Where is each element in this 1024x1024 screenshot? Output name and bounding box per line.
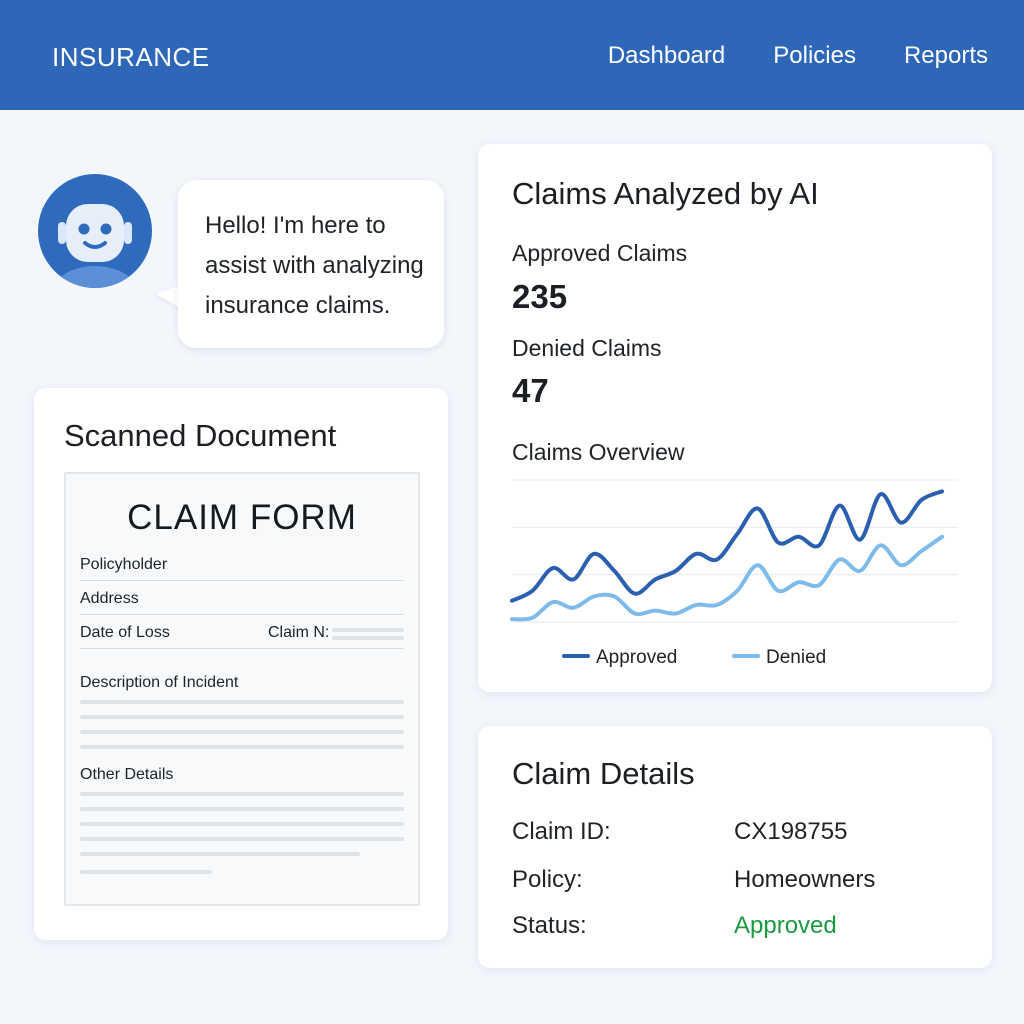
field-policyholder: Policyholder [80,556,168,573]
claim-details-title: Claim Details [512,756,695,791]
claims-analyzed-card: Claims Analyzed by AI Approved Claims 23… [478,144,992,692]
legend-label-approved[interactable]: Approved [596,647,677,668]
text-placeholder-line [80,822,404,826]
brand-logo[interactable]: INSURANCE [52,42,210,73]
claim-form-preview[interactable]: CLAIM FORM Policyholder Address Date of … [64,472,420,906]
status-label: Status: [512,912,587,939]
claim-form-title: CLAIM FORM [127,498,357,537]
assistant-message: Hello! I'm here to assist with analyzing… [205,206,450,326]
policy-value: Homeowners [734,866,876,893]
field-claim-number: Claim N: [268,624,330,641]
text-placeholder-line [80,715,404,719]
assistant-message-line: Hello! I'm here to [205,212,386,239]
assistant-robot-icon [38,174,152,288]
nav-dashboard[interactable]: Dashboard [608,42,725,70]
field-description: Description of Incident [80,674,239,691]
claims-overview-chart: Approved Denied [510,479,958,668]
nav-policies[interactable]: Policies [773,42,856,70]
text-placeholder-line [80,870,212,874]
text-placeholder-line [80,745,404,749]
assistant-message-bubble: Hello! I'm here to assist with analyzing… [178,180,444,348]
text-placeholder-line [80,807,404,811]
redacted-text [332,636,404,640]
text-placeholder-line [80,852,360,856]
field-address: Address [80,590,139,607]
text-placeholder-line [80,792,404,796]
field-divider [80,580,404,581]
top-navigation-bar: INSURANCE Dashboard Policies Reports [0,0,1024,110]
legend-label-denied[interactable]: Denied [766,647,826,668]
main-nav: Dashboard Policies Reports [608,42,988,70]
scanned-document-card: Scanned Document CLAIM FORM Policyholder… [34,388,448,940]
text-placeholder-line [80,837,404,841]
text-placeholder-line [80,700,404,704]
text-placeholder-line [80,730,404,734]
field-divider [80,614,404,615]
scanned-document-title: Scanned Document [64,418,337,453]
field-other-details: Other Details [80,766,174,783]
claim-details-card: Claim Details Claim ID: CX198755 Policy:… [478,726,992,968]
redacted-text [332,628,404,632]
claim-id-label: Claim ID: [512,818,611,845]
claim-id-value: CX198755 [734,818,848,845]
nav-reports[interactable]: Reports [904,42,988,70]
policy-label: Policy: [512,866,583,893]
assistant-message-line: assist with analyzing [205,252,424,279]
field-divider [80,648,404,649]
field-date-of-loss: Date of Loss [80,624,170,641]
status-value: Approved [734,912,837,939]
assistant-message-line: insurance claims. [205,292,391,319]
